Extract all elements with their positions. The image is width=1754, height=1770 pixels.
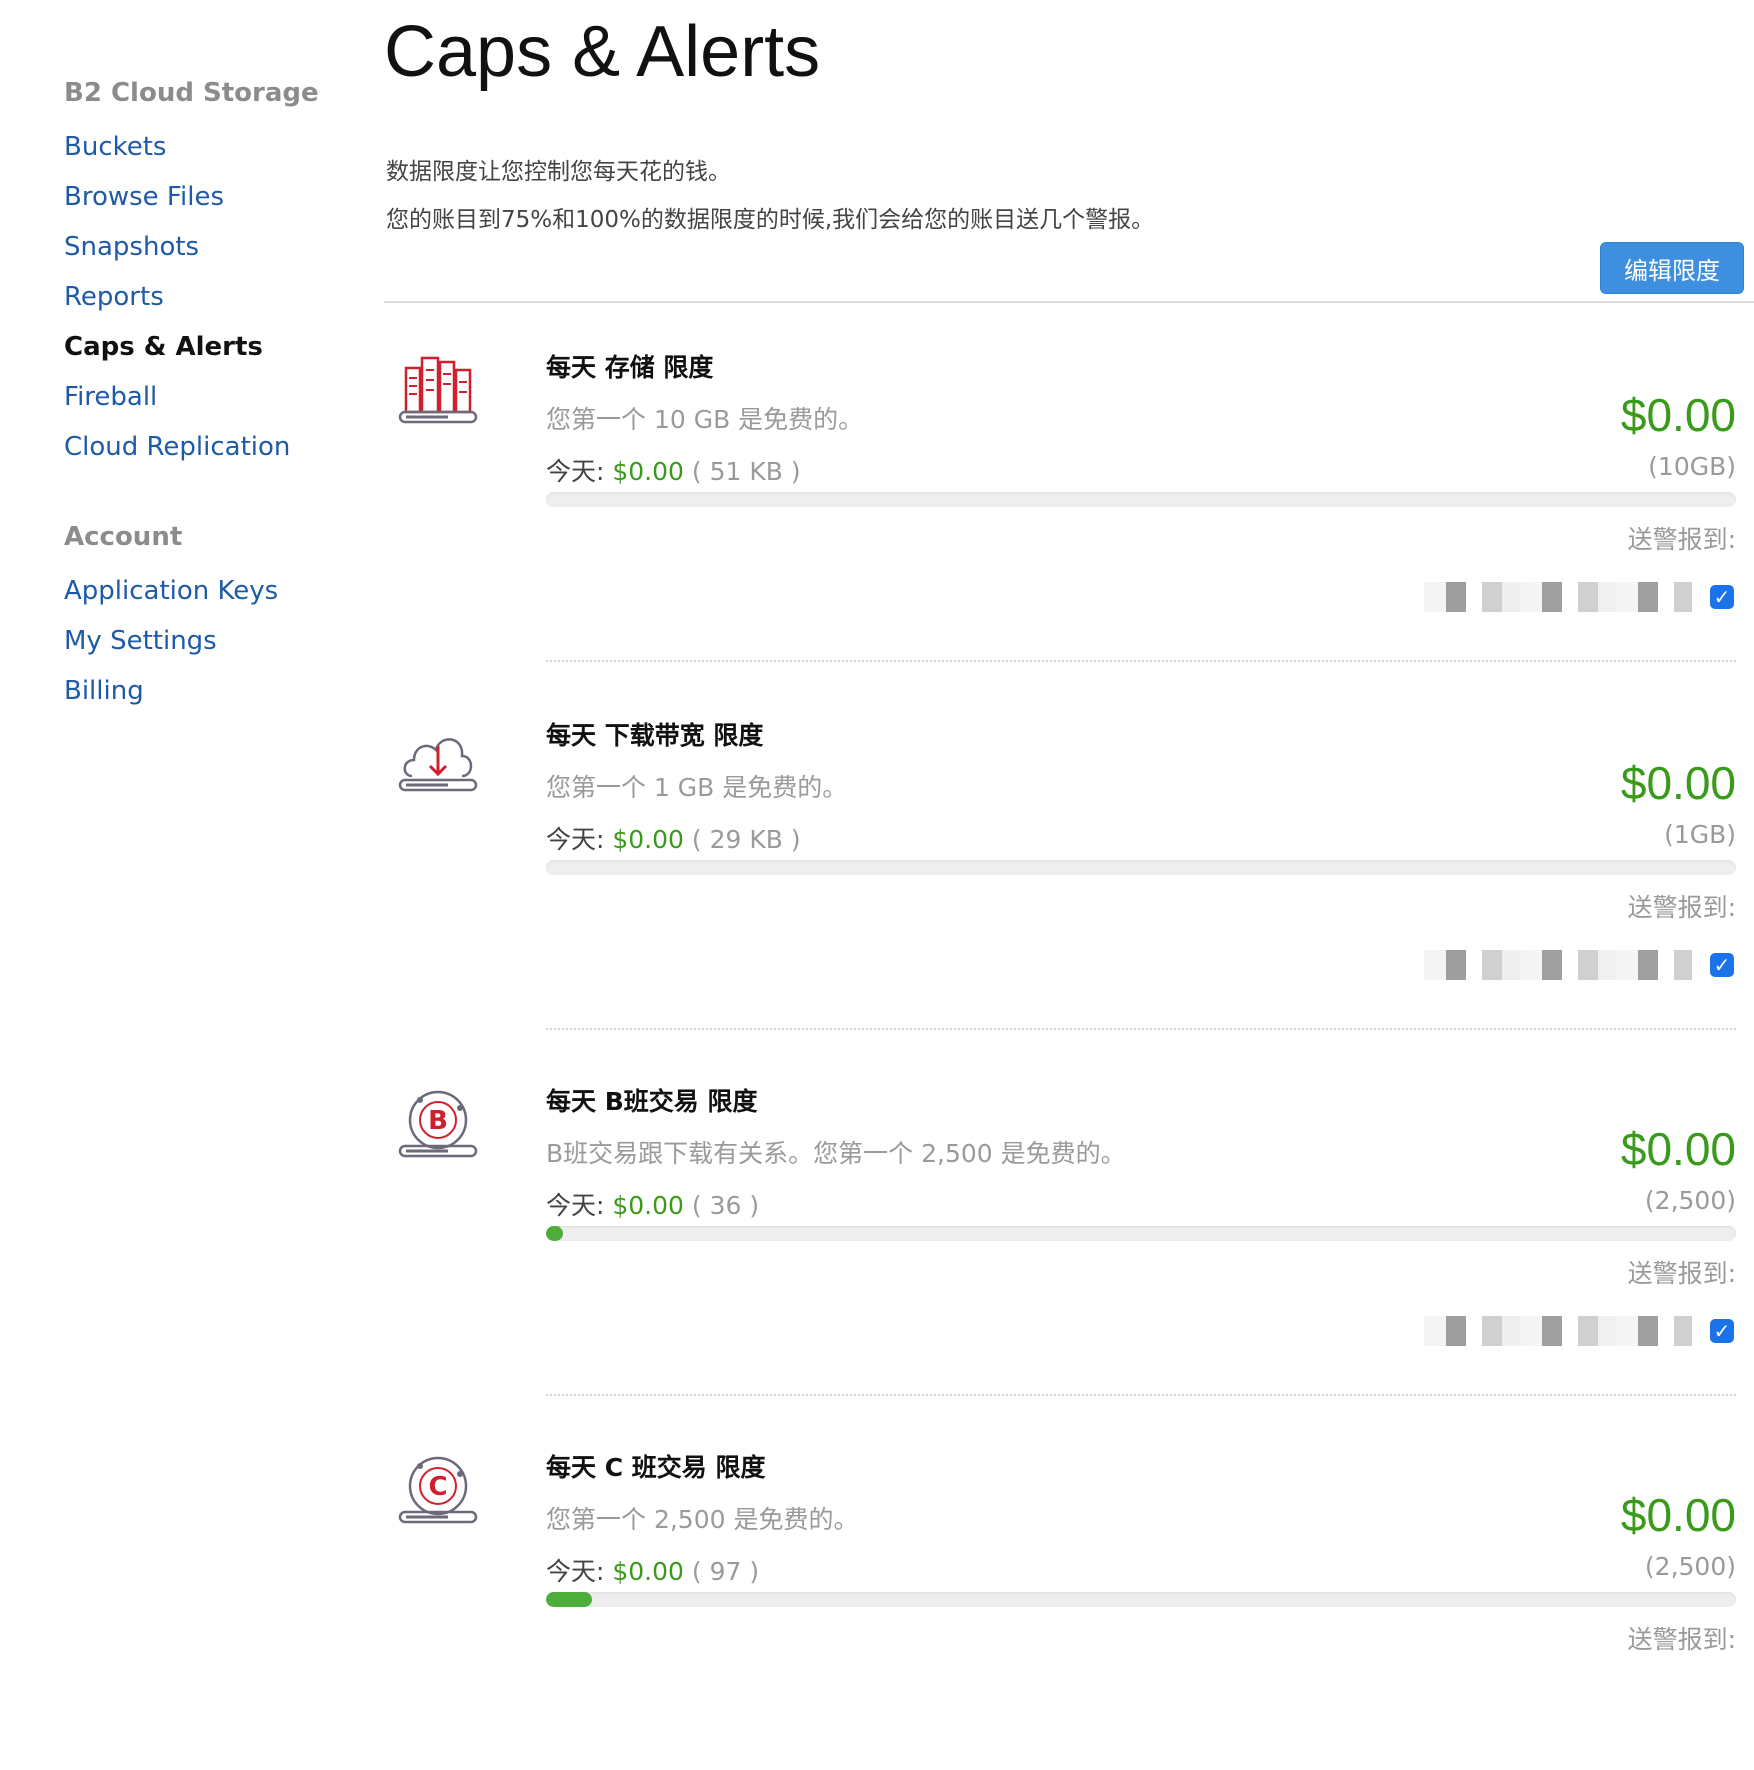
cap-section-class-c: C 每天 C 班交易 限度 您第一个 2,500 是免费的。 今天: $0.00… <box>384 1402 1754 1770</box>
cap-price: $0.00 <box>1620 757 1736 809</box>
page-title: Caps & Alerts <box>384 12 821 92</box>
alert-checkbox[interactable]: ✓ <box>1710 1319 1734 1343</box>
alert-checkbox[interactable]: ✓ <box>1710 585 1734 609</box>
today-usage: ( 97 ) <box>683 1557 760 1586</box>
cap-title: 每天 C 班交易 限度 <box>546 1453 766 1482</box>
alert-email-redacted: redacted <box>1424 950 1692 980</box>
cap-description: 您第一个 10 GB 是免费的。 <box>546 405 864 434</box>
svg-text:C: C <box>428 1472 447 1502</box>
cap-today: 今天: $0.00 ( 97 ) <box>546 1552 759 1588</box>
today-usage: ( 51 KB ) <box>683 457 801 486</box>
cap-section-storage: 每天 存储 限度 您第一个 10 GB 是免费的。 今天: $0.00 ( 51… <box>384 302 1754 670</box>
section-divider <box>546 1394 1736 1396</box>
alert-label: 送警报到: <box>1627 893 1736 922</box>
cloud-download-icon <box>398 720 478 800</box>
cap-price: $0.00 <box>1620 389 1736 441</box>
alert-email-redacted: redacted <box>1424 582 1692 612</box>
today-amount: $0.00 <box>612 1191 684 1220</box>
cap-price: $0.00 <box>1620 1123 1736 1175</box>
usage-progress-fill <box>546 1226 564 1241</box>
class-b-transaction-icon: B <box>398 1086 478 1166</box>
today-amount: $0.00 <box>612 1557 684 1586</box>
sidebar-heading-account: Account <box>64 522 183 552</box>
cap-section-class-b: B 每天 B班交易 限度 B班交易跟下载有关系。您第一个 2,500 是免费的。… <box>384 1036 1754 1404</box>
sidebar-item-cloud-replication[interactable]: Cloud Replication <box>64 432 290 462</box>
alert-email-redacted: redacted <box>1424 1316 1692 1346</box>
today-label: 今天: <box>546 825 613 854</box>
sidebar-item-application-keys[interactable]: Application Keys <box>64 576 278 606</box>
cap-limit: (2,500) <box>1644 1186 1736 1215</box>
cap-title: 每天 存储 限度 <box>546 353 714 382</box>
usage-progress-bar <box>546 1226 1736 1241</box>
cap-section-download: 每天 下载带宽 限度 您第一个 1 GB 是免费的。 今天: $0.00 ( 2… <box>384 670 1754 1038</box>
sidebar-item-fireball[interactable]: Fireball <box>64 382 157 412</box>
cap-today: 今天: $0.00 ( 29 KB ) <box>546 820 801 856</box>
alert-label: 送警报到: <box>1627 1625 1736 1654</box>
today-label: 今天: <box>546 1557 613 1586</box>
usage-progress-bar <box>546 492 1736 507</box>
intro-text-line-1: 数据限度让您控制您每天花的钱。 <box>386 159 731 185</box>
today-label: 今天: <box>546 1191 613 1220</box>
sidebar-item-snapshots[interactable]: Snapshots <box>64 232 199 262</box>
today-label: 今天: <box>546 457 613 486</box>
today-amount: $0.00 <box>612 457 684 486</box>
section-divider <box>546 660 1736 662</box>
sidebar-item-billing[interactable]: Billing <box>64 676 144 706</box>
cap-description: 您第一个 2,500 是免费的。 <box>546 1505 859 1534</box>
sidebar-heading-b2-cloud-storage: B2 Cloud Storage <box>64 78 319 108</box>
today-usage: ( 29 KB ) <box>683 825 801 854</box>
sidebar-item-reports[interactable]: Reports <box>64 282 164 312</box>
section-divider <box>546 1028 1736 1030</box>
usage-progress-bar <box>546 860 1736 875</box>
cap-description: 您第一个 1 GB 是免费的。 <box>546 773 848 802</box>
cap-limit: (2,500) <box>1644 1552 1736 1581</box>
svg-text:B: B <box>428 1106 448 1136</box>
cap-today: 今天: $0.00 ( 36 ) <box>546 1186 759 1222</box>
usage-progress-bar <box>546 1592 1736 1607</box>
sidebar-item-caps-alerts[interactable]: Caps & Alerts <box>64 332 263 362</box>
cap-title: 每天 B班交易 限度 <box>546 1087 758 1116</box>
class-c-transaction-icon: C <box>398 1452 478 1532</box>
edit-caps-button[interactable]: 编辑限度 <box>1600 242 1744 294</box>
today-amount: $0.00 <box>612 825 684 854</box>
today-usage: ( 36 ) <box>683 1191 760 1220</box>
usage-progress-fill <box>546 1592 593 1607</box>
intro-text-line-2: 您的账目到75%和100%的数据限度的时候,我们会给您的账目送几个警报。 <box>386 207 1155 233</box>
cap-limit: (1GB) <box>1664 820 1736 849</box>
cap-price: $0.00 <box>1620 1489 1736 1541</box>
alert-checkbox[interactable]: ✓ <box>1710 953 1734 977</box>
sidebar-item-browse-files[interactable]: Browse Files <box>64 182 224 212</box>
alert-label: 送警报到: <box>1627 1259 1736 1288</box>
cap-today: 今天: $0.00 ( 51 KB ) <box>546 452 801 488</box>
sidebar-item-my-settings[interactable]: My Settings <box>64 626 217 656</box>
storage-icon <box>398 352 478 432</box>
alert-label: 送警报到: <box>1627 525 1736 554</box>
cap-description: B班交易跟下载有关系。您第一个 2,500 是免费的。 <box>546 1139 1126 1168</box>
cap-limit: (10GB) <box>1648 452 1736 481</box>
cap-title: 每天 下载带宽 限度 <box>546 721 764 750</box>
sidebar-item-buckets[interactable]: Buckets <box>64 132 166 162</box>
